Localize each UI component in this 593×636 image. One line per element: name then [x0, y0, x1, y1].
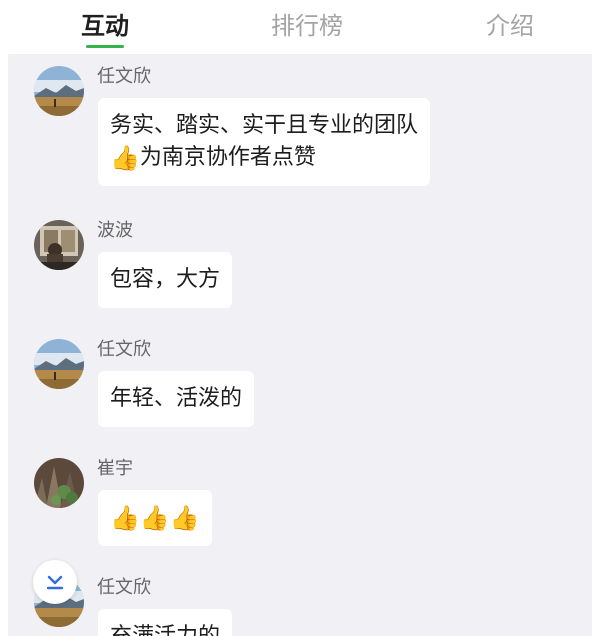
active-tab-indicator	[86, 45, 124, 48]
message-feed[interactable]: 任文欣 务实、踏实、实干且专业的团队 👍为南京协作者点赞 波波 包容，大方 任文…	[8, 54, 592, 636]
thumbs-up-icon: 👍	[110, 504, 140, 532]
message-bubble: 包容，大方	[98, 252, 233, 308]
sender-name: 崔宇	[97, 458, 133, 479]
message-bubble: 年轻、活泼的	[98, 371, 255, 427]
live-interaction-page: 互动 排行榜 介绍 任文欣 务实、踏实、实干且专业的团队 👍为南京协作者点赞 波…	[0, 0, 593, 636]
scroll-to-bottom-button[interactable]	[33, 560, 77, 604]
sender-name: 任文欣	[97, 577, 151, 598]
tab-bar: 互动 排行榜 介绍	[0, 0, 593, 54]
scroll-to-bottom-icon	[46, 575, 64, 590]
tab-introduction[interactable]: 介绍	[480, 8, 540, 44]
sender-name: 任文欣	[97, 339, 151, 360]
avatar[interactable]	[34, 339, 84, 389]
tab-ranking[interactable]: 排行榜	[266, 8, 348, 44]
avatar[interactable]	[34, 220, 84, 270]
sender-name: 波波	[97, 220, 133, 241]
message-bubble: 务实、踏实、实干且专业的团队 👍为南京协作者点赞	[98, 98, 431, 186]
sender-name: 任文欣	[97, 66, 151, 87]
message-text: 充满活力的	[110, 621, 220, 636]
message-bubble: 充满活力的	[98, 609, 233, 636]
message-text: 包容，大方	[110, 267, 221, 292]
thumbs-up-icon: 👍	[169, 504, 200, 532]
message-text: 为南京协作者点赞	[139, 145, 316, 170]
message-text: 务实、踏实、实干且专业的团队	[110, 113, 419, 138]
message-bubble: 👍👍👍	[98, 490, 212, 546]
thumbs-up-icon: 👍	[110, 144, 140, 172]
message-text-line: 👍为南京协作者点赞	[110, 142, 418, 174]
tab-interaction[interactable]: 互动	[74, 8, 136, 44]
thumbs-up-icon: 👍	[139, 504, 170, 532]
avatar[interactable]	[34, 66, 84, 116]
message-text: 年轻、活泼的	[110, 386, 243, 411]
avatar[interactable]	[34, 458, 84, 508]
